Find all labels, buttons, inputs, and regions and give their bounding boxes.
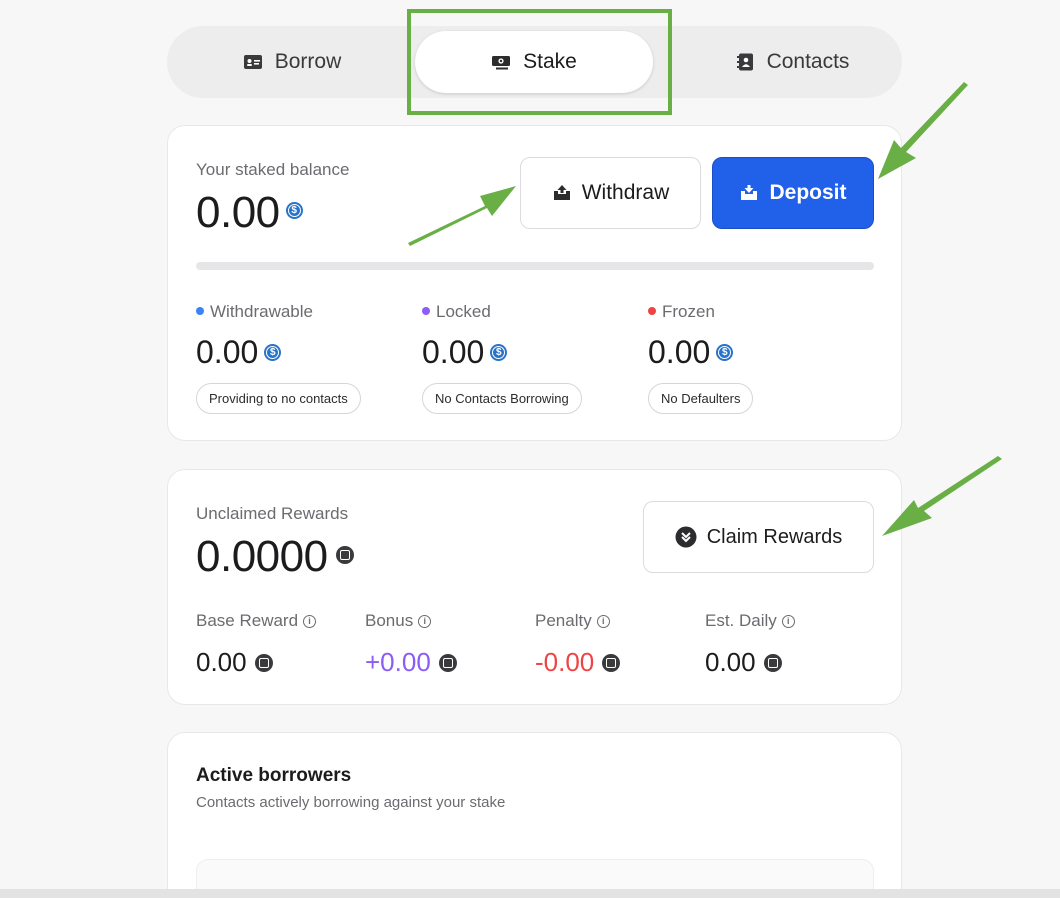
withdraw-button[interactable]: Withdraw [520, 157, 701, 229]
usdc-coin-icon [285, 201, 303, 219]
tab-label: Contacts [766, 50, 850, 73]
claim-rewards-label: Claim Rewards [706, 525, 843, 548]
withdrawable-label: Withdrawable [210, 302, 313, 321]
tab-borrow[interactable]: Borrow [167, 26, 417, 98]
staked-balance-label: Your staked balance [196, 160, 350, 179]
withdrawable-pill: Providing to no contacts [196, 383, 361, 414]
double-chevron-down-icon [675, 526, 697, 548]
active-borrowers-title: Active borrowers [196, 765, 352, 786]
staked-balance-card: Your staked balance 0.00 Withdraw Deposi… [167, 125, 902, 441]
rewards-row: 0.0000 [196, 532, 354, 582]
reward-token-icon [254, 653, 273, 672]
deposit-button[interactable]: Deposit [712, 157, 874, 229]
info-icon[interactable]: i [781, 614, 795, 628]
info-icon[interactable]: i [418, 614, 432, 628]
bonus-value: +0.00 [365, 647, 431, 677]
active-borrowers-subtitle: Contacts actively borrowing against your… [196, 794, 506, 811]
staked-balance-row: 0.00 [196, 188, 303, 238]
withdraw-label: Withdraw [581, 181, 670, 204]
base-reward-stat: Base Reward i 0.00 [196, 611, 317, 678]
annotation-highlight-box [407, 9, 672, 115]
est-daily-label: Est. Daily [705, 611, 777, 630]
penalty-value: -0.00 [535, 647, 595, 677]
status-dot [422, 306, 430, 315]
annotation-arrow-icon [878, 82, 968, 179]
frozen-stat: Frozen 0.00 No Defaulters [648, 302, 754, 414]
usdc-coin-icon [264, 344, 282, 361]
frozen-value: 0.00 [648, 334, 711, 370]
reward-token-icon [602, 653, 621, 672]
reward-token-icon [335, 546, 354, 564]
bonus-stat: Bonus i +0.00 [365, 611, 457, 678]
withdrawable-stat: Withdrawable 0.00 Providing to no contac… [196, 302, 361, 414]
tab-label: Borrow [274, 50, 342, 73]
est-daily-value: 0.00 [705, 647, 756, 677]
est-daily-stat: Est. Daily i 0.00 [705, 611, 795, 678]
usdc-coin-icon [490, 344, 508, 361]
download-tray-icon [741, 185, 758, 200]
frozen-pill: No Defaulters [648, 383, 754, 414]
rewards-label: Unclaimed Rewards [196, 504, 349, 523]
rewards-value: 0.0000 [196, 532, 328, 581]
reward-token-icon [438, 653, 457, 672]
status-dot [196, 306, 204, 315]
penalty-label: Penalty [535, 611, 592, 630]
locked-label: Locked [436, 302, 491, 321]
withdrawable-value: 0.00 [196, 334, 259, 370]
reward-token-icon [763, 653, 782, 672]
frozen-label: Frozen [662, 302, 715, 321]
annotation-arrow-icon [882, 456, 1002, 536]
annotation-arrow-icon [408, 186, 516, 246]
address-book-icon [736, 53, 753, 71]
id-card-icon [243, 55, 262, 69]
active-borrowers-card: Active borrowers Contacts actively borro… [167, 732, 902, 898]
locked-stat: Locked 0.00 No Contacts Borrowing [422, 302, 582, 414]
locked-pill: No Contacts Borrowing [422, 383, 582, 414]
usdc-coin-icon [716, 344, 734, 361]
upload-tray-icon [553, 185, 570, 200]
staked-balance-value: 0.00 [196, 188, 280, 237]
deposit-label: Deposit [769, 181, 847, 204]
stake-progress-bar [196, 262, 874, 270]
locked-value: 0.00 [422, 334, 485, 370]
status-dot [648, 306, 656, 315]
base-reward-label: Base Reward [196, 611, 299, 630]
base-reward-value: 0.00 [196, 647, 247, 677]
bonus-label: Bonus [365, 611, 414, 630]
penalty-stat: Penalty i -0.00 [535, 611, 621, 678]
claim-rewards-button[interactable]: Claim Rewards [643, 501, 874, 573]
info-icon[interactable]: i [303, 614, 317, 628]
rewards-card: Unclaimed Rewards 0.0000 Claim Rewards B… [167, 469, 902, 705]
horizontal-scrollbar[interactable] [0, 889, 1060, 898]
info-icon[interactable]: i [596, 614, 610, 628]
